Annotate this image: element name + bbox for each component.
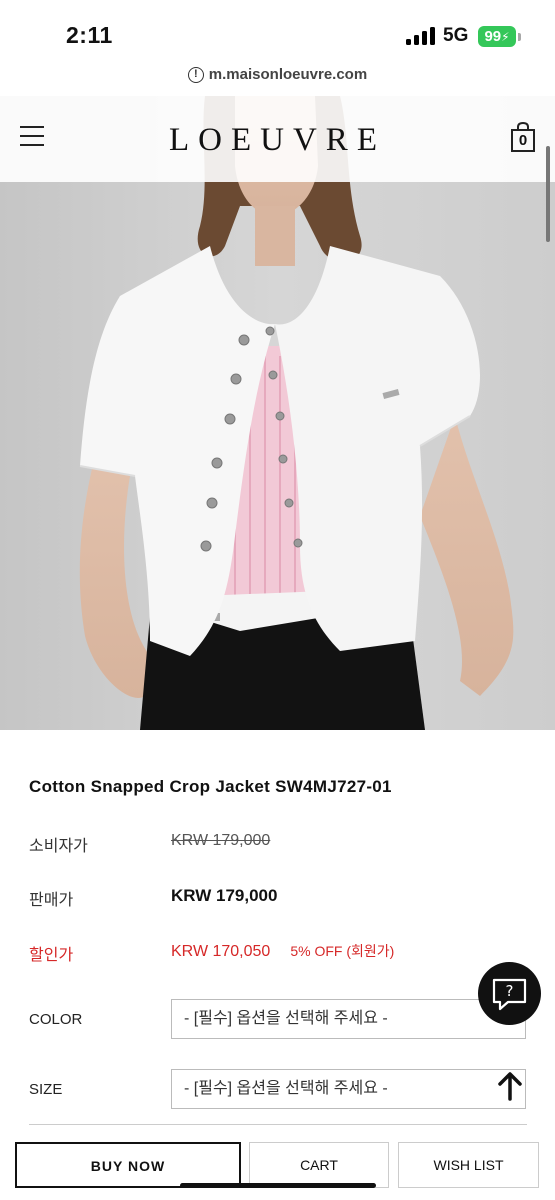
discount-note: 5% OFF (회원가) xyxy=(290,943,395,959)
battery-level: 99 xyxy=(484,28,502,45)
battery-icon: 99⚡ xyxy=(478,26,516,47)
color-select[interactable]: - [필수] 옵션을 선택해 주세요 - xyxy=(171,999,526,1039)
chat-icon: ? xyxy=(492,978,527,1011)
url-bar[interactable]: ! m.maisonloeuvre.com xyxy=(0,62,555,96)
discount-price: KRW 170,050 xyxy=(171,943,271,960)
status-time: 2:11 xyxy=(66,22,113,48)
discount-price-group: KRW 170,050 5% OFF (회원가) xyxy=(171,941,394,961)
divider xyxy=(29,1124,527,1125)
network-label: 5G xyxy=(443,25,469,46)
cart-button[interactable]: CART xyxy=(249,1142,389,1188)
cart-count: 0 xyxy=(518,132,528,149)
chat-button[interactable]: ? xyxy=(478,962,541,1025)
info-icon[interactable]: ! xyxy=(187,66,204,83)
sale-price: KRW 179,000 xyxy=(171,886,278,905)
signal-icon xyxy=(406,27,436,45)
site-header: LOEUVRE 0 xyxy=(0,96,555,182)
color-option-label: COLOR xyxy=(29,1011,83,1028)
url-text[interactable]: m.maisonloeuvre.com xyxy=(209,66,367,83)
consumer-price: KRW 179,000 xyxy=(171,832,271,849)
wish-list-button[interactable]: WISH LIST xyxy=(398,1142,539,1188)
size-select[interactable]: - [필수] 옵션을 선택해 주세요 - xyxy=(171,1069,526,1109)
home-indicator[interactable] xyxy=(180,1183,376,1188)
scrollbar[interactable] xyxy=(546,146,550,242)
size-option-label: SIZE xyxy=(29,1081,63,1098)
status-bar: 2:11 5G 99⚡ xyxy=(0,0,555,62)
site-logo[interactable]: LOEUVRE xyxy=(0,122,555,159)
product-title: Cotton Snapped Crop Jacket SW4MJ727-01 xyxy=(29,777,392,796)
discount-price-label: 할인가 xyxy=(29,947,74,964)
product-image[interactable] xyxy=(0,96,555,730)
shopping-bag-icon[interactable]: 0 xyxy=(510,121,536,152)
sale-price-label: 판매가 xyxy=(29,892,74,909)
buy-now-button[interactable]: BUY NOW xyxy=(15,1142,241,1188)
battery-cap xyxy=(518,33,521,41)
consumer-price-label: 소비자가 xyxy=(29,838,88,855)
scroll-up-arrow-icon[interactable] xyxy=(497,1071,523,1101)
chat-symbol: ? xyxy=(506,982,514,1000)
